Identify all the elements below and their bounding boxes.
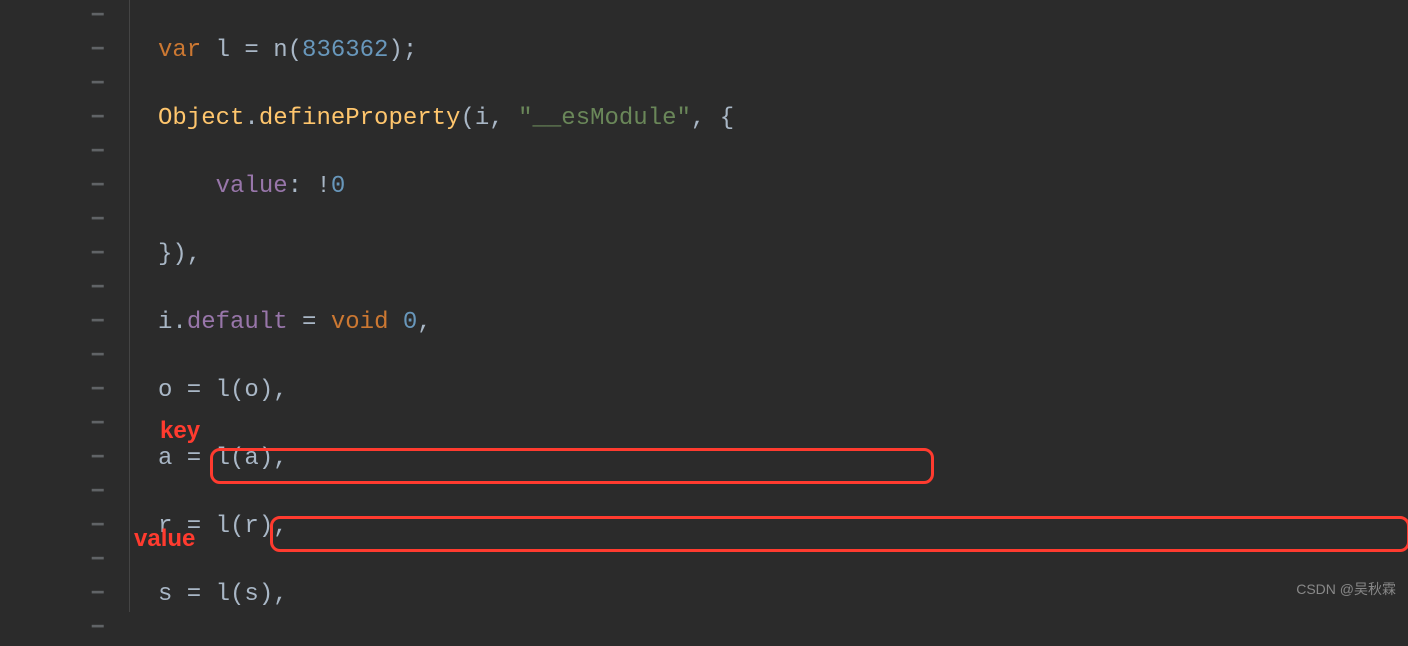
- gutter-marker: −: [0, 408, 129, 442]
- code-line: o = l(o),: [158, 374, 1408, 408]
- gutter-marker: −: [0, 374, 129, 408]
- gutter-marker: −: [0, 442, 129, 476]
- gutter: − − − − − − − − − − − − − − − − − − −: [0, 0, 130, 612]
- gutter-marker: −: [0, 476, 129, 510]
- gutter-marker: −: [0, 544, 129, 578]
- gutter-marker: −: [0, 510, 129, 544]
- gutter-marker: −: [0, 306, 129, 340]
- code-area[interactable]: var l = n(836362); Object.defineProperty…: [130, 0, 1408, 612]
- gutter-marker: −: [0, 204, 129, 238]
- annotation-value: value: [134, 522, 195, 556]
- code-line: a = l(a),: [158, 442, 1408, 476]
- gutter-marker: −: [0, 340, 129, 374]
- code-line: }),: [158, 238, 1408, 272]
- gutter-marker: −: [0, 238, 129, 272]
- watermark: CSDN @吴秋霖: [1296, 572, 1396, 606]
- annotation-key: key: [160, 414, 200, 448]
- gutter-marker: −: [0, 272, 129, 306]
- gutter-marker: −: [0, 68, 129, 102]
- gutter-marker: −: [0, 136, 129, 170]
- gutter-marker: −: [0, 0, 129, 34]
- gutter-marker: −: [0, 578, 129, 612]
- code-line: i.default = void 0,: [158, 306, 1408, 340]
- gutter-marker: −: [0, 612, 129, 646]
- gutter-marker: −: [0, 102, 129, 136]
- code-line: r = l(r),: [158, 510, 1408, 544]
- code-line: var l = n(836362);: [158, 34, 1408, 68]
- code-line: value: !0: [158, 170, 1408, 204]
- code-line: Object.defineProperty(i, "__esModule", {: [158, 102, 1408, 136]
- gutter-marker: −: [0, 34, 129, 68]
- gutter-marker: −: [0, 170, 129, 204]
- code-line: s = l(s),: [158, 578, 1408, 612]
- code-editor: − − − − − − − − − − − − − − − − − − − va…: [0, 0, 1408, 612]
